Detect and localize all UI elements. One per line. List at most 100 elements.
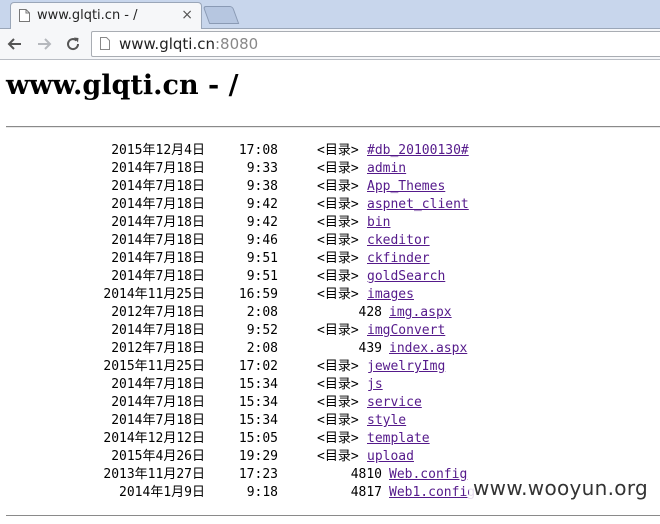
arrow-left-icon (7, 38, 21, 50)
entry-date: 2014年7月18日 (111, 215, 205, 230)
divider (6, 126, 660, 128)
list-item: 2014年7月18日 9:51 <目录> goldSearch (0, 268, 660, 286)
entry-link[interactable]: ckfinder (367, 250, 430, 268)
list-item: 2014年7月18日 15:34 <目录> style (0, 412, 660, 430)
entry-link[interactable]: Web.config (389, 466, 467, 484)
entry-date: 2012年7月18日 (111, 341, 205, 356)
list-item: 2014年7月18日 9:52 <目录> imgConvert (0, 322, 660, 340)
entry-dir-tag: <目录> (317, 323, 359, 338)
entry-time: 15:05 (238, 431, 278, 446)
entry-dir-tag: <目录> (317, 287, 359, 302)
back-button[interactable] (4, 33, 26, 55)
entry-time: 9:42 (246, 215, 278, 230)
entry-dir-tag: <目录> (317, 431, 359, 446)
list-item: 2014年7月18日 9:46 <目录> ckeditor (0, 232, 660, 250)
entry-link[interactable]: images (367, 286, 414, 304)
entry-size: 4810 (350, 467, 382, 482)
entry-time: 17:23 (238, 467, 278, 482)
entry-link[interactable]: js (367, 376, 383, 394)
divider (6, 515, 660, 516)
entry-link[interactable]: #db_20100130# (367, 142, 469, 160)
entry-link[interactable]: aspnet_client (367, 196, 469, 214)
entry-time: 9:33 (246, 161, 278, 176)
entry-size: 439 (358, 341, 382, 356)
entry-size: 428 (358, 305, 382, 320)
page-content: www.glqti.cn - / 2015年12月4日 17:08 <目录> #db_… (0, 60, 660, 524)
address-bar[interactable]: www.glqti.cn:8080 (91, 31, 660, 57)
entry-link[interactable]: jewelryImg (367, 358, 445, 376)
entry-dir-tag: <目录> (317, 269, 359, 284)
entry-date: 2015年12月4日 (111, 143, 205, 158)
list-item: 2014年7月18日 9:33 <目录> admin (0, 160, 660, 178)
browser-tab[interactable]: www.glqti.cn - / × (10, 2, 202, 29)
entry-link[interactable]: App_Themes (367, 178, 445, 196)
entry-link[interactable]: ckeditor (367, 232, 430, 250)
entry-date: 2014年7月18日 (111, 377, 205, 392)
page-title: www.glqti.cn - / (6, 70, 239, 101)
entry-time: 15:34 (238, 377, 278, 392)
entry-time: 15:34 (238, 413, 278, 428)
entry-link[interactable]: index.aspx (389, 340, 467, 358)
page-icon (19, 9, 30, 22)
entry-link[interactable]: admin (367, 160, 406, 178)
entry-time: 19:29 (238, 449, 278, 464)
list-item: 2015年11月25日 17:02 <目录> jewelryImg (0, 358, 660, 376)
entry-date: 2012年7月18日 (111, 305, 205, 320)
entry-link[interactable]: template (367, 430, 430, 448)
entry-link[interactable]: imgConvert (367, 322, 445, 340)
entry-time: 9:52 (246, 323, 278, 338)
forward-button[interactable] (33, 33, 55, 55)
entry-dir-tag: <目录> (317, 449, 359, 464)
list-item: 2012年7月18日 2:08 428 img.aspx (0, 304, 660, 322)
url-host: www.glqti.cn (119, 35, 215, 53)
entry-date: 2014年7月18日 (111, 323, 205, 338)
entry-time: 15:34 (238, 395, 278, 410)
list-item: 2014年7月18日 9:51 <目录> ckfinder (0, 250, 660, 268)
entry-dir-tag: <目录> (317, 377, 359, 392)
entry-date: 2014年7月18日 (111, 251, 205, 266)
entry-time: 2:08 (246, 341, 278, 356)
list-item: 2014年7月18日 15:34 <目录> js (0, 376, 660, 394)
entry-link[interactable]: style (367, 412, 406, 430)
entry-date: 2014年12月12日 (103, 431, 205, 446)
entry-dir-tag: <目录> (317, 251, 359, 266)
entry-time: 9:42 (246, 197, 278, 212)
entry-link[interactable]: Web1.config (389, 484, 475, 502)
url-text: www.glqti.cn:8080 (119, 35, 258, 53)
entry-dir-tag: <目录> (317, 233, 359, 248)
entry-link[interactable]: upload (367, 448, 414, 466)
list-item: 2014年7月18日 9:42 <目录> bin (0, 214, 660, 232)
list-item: 2015年12月4日 17:08 <目录> #db_20100130# (0, 142, 660, 160)
entry-time: 9:51 (246, 269, 278, 284)
url-port: :8080 (214, 35, 259, 53)
entry-date: 2014年7月18日 (111, 233, 205, 248)
entry-link[interactable]: img.aspx (389, 304, 452, 322)
list-item: 2015年4月26日 19:29 <目录> upload (0, 448, 660, 466)
entry-time: 2:08 (246, 305, 278, 320)
watermark: www.wooyun.org (469, 476, 652, 500)
entry-link[interactable]: bin (367, 214, 390, 232)
entry-date: 2014年7月18日 (111, 179, 205, 194)
entry-date: 2014年7月18日 (111, 161, 205, 176)
entry-link[interactable]: service (367, 394, 422, 412)
entry-time: 9:51 (246, 251, 278, 266)
list-item: 2014年7月18日 15:34 <目录> service (0, 394, 660, 412)
tab-strip: www.glqti.cn - / × (0, 0, 660, 29)
entry-dir-tag: <目录> (317, 395, 359, 410)
entry-dir-tag: <目录> (317, 161, 359, 176)
entry-time: 9:38 (246, 179, 278, 194)
list-item: 2014年7月18日 9:38 <目录> App_Themes (0, 178, 660, 196)
entry-dir-tag: <目录> (317, 143, 359, 158)
entry-dir-tag: <目录> (317, 413, 359, 428)
arrow-right-icon (38, 38, 52, 50)
new-tab-button[interactable] (202, 6, 240, 24)
entry-link[interactable]: goldSearch (367, 268, 445, 286)
entry-date: 2014年7月18日 (111, 413, 205, 428)
entry-size: 4817 (350, 485, 382, 500)
entry-time: 16:59 (238, 287, 278, 302)
reload-button[interactable] (62, 33, 84, 55)
toolbar: www.glqti.cn:8080 (0, 29, 660, 60)
entry-dir-tag: <目录> (317, 179, 359, 194)
entry-time: 9:18 (246, 485, 278, 500)
close-tab-icon[interactable]: × (181, 7, 193, 23)
